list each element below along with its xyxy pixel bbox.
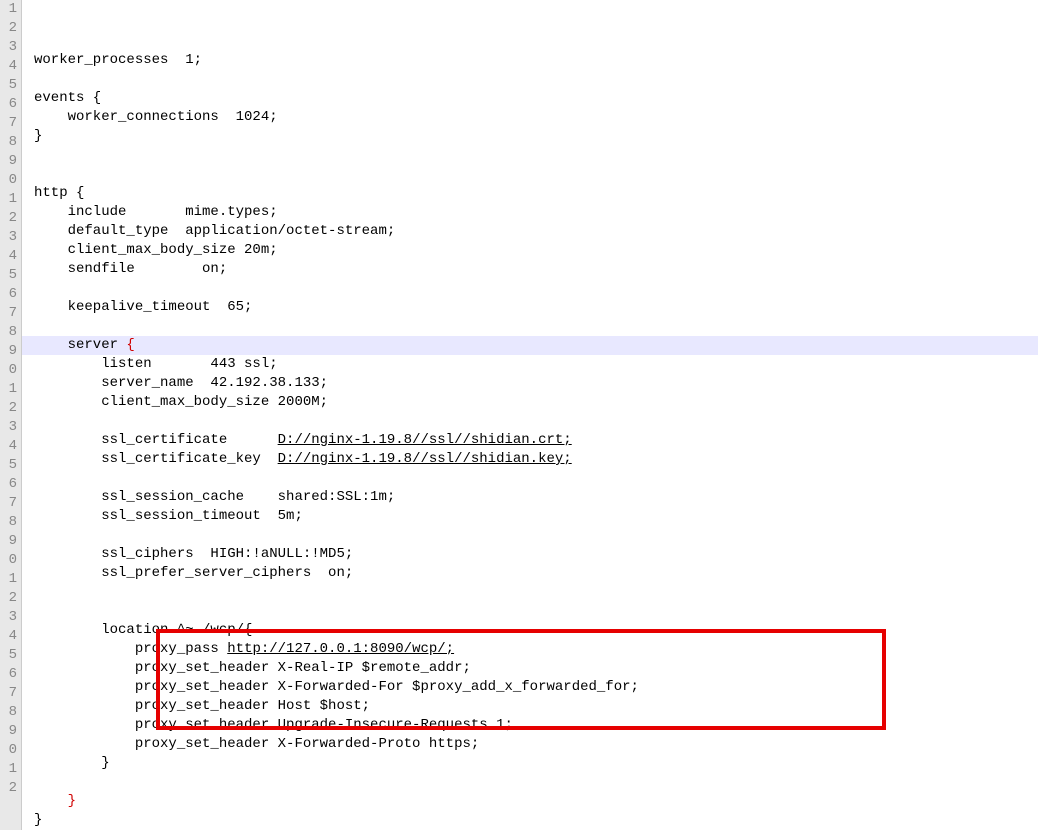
code-line: proxy_set_header Upgrade-Insecure-Reques…	[22, 716, 1038, 735]
code-line: }	[22, 127, 1038, 146]
code-line: events {	[22, 89, 1038, 108]
line-number: 2	[0, 589, 17, 608]
code-line: include mime.types;	[22, 203, 1038, 222]
line-number: 6	[0, 665, 17, 684]
line-number: 5	[0, 76, 17, 95]
line-number: 6	[0, 95, 17, 114]
code-line	[22, 583, 1038, 602]
line-number: 0	[0, 551, 17, 570]
line-number: 3	[0, 418, 17, 437]
line-number: 0	[0, 171, 17, 190]
line-number: 8	[0, 703, 17, 722]
code-line: ssl_prefer_server_ciphers on;	[22, 564, 1038, 583]
line-number: 1	[0, 570, 17, 589]
code-line: ssl_certificate D://nginx-1.19.8//ssl//s…	[22, 431, 1038, 450]
line-number: 9	[0, 342, 17, 361]
line-number: 2	[0, 19, 17, 38]
line-number: 8	[0, 323, 17, 342]
code-line: server_name 42.192.38.133;	[22, 374, 1038, 393]
line-number: 7	[0, 684, 17, 703]
code-line: sendfile on;	[22, 260, 1038, 279]
line-number: 8	[0, 513, 17, 532]
code-line	[22, 526, 1038, 545]
line-number: 3	[0, 38, 17, 57]
code-line	[22, 317, 1038, 336]
code-line: listen 443 ssl;	[22, 355, 1038, 374]
line-number: 2	[0, 399, 17, 418]
line-number: 2	[0, 209, 17, 228]
code-line: }	[22, 792, 1038, 811]
line-number: 0	[0, 361, 17, 380]
line-number: 7	[0, 304, 17, 323]
line-number: 4	[0, 627, 17, 646]
line-number: 1	[0, 0, 17, 19]
code-line	[22, 146, 1038, 165]
line-number: 7	[0, 114, 17, 133]
code-line: proxy_set_header X-Forwarded-For $proxy_…	[22, 678, 1038, 697]
line-number: 7	[0, 494, 17, 513]
line-number: 2	[0, 779, 17, 798]
code-line	[22, 469, 1038, 488]
code-line	[22, 773, 1038, 792]
code-line	[22, 32, 1038, 51]
line-number: 4	[0, 437, 17, 456]
code-line: location ^~ /wcp/{	[22, 621, 1038, 640]
line-number: 6	[0, 285, 17, 304]
code-line: proxy_set_header X-Forwarded-Proto https…	[22, 735, 1038, 754]
line-number-gutter: 1234567890123456789012345678901234567890…	[0, 0, 22, 830]
line-number: 1	[0, 190, 17, 209]
code-line: http {	[22, 184, 1038, 203]
code-line: }	[22, 811, 1038, 830]
code-line: client_max_body_size 20m;	[22, 241, 1038, 260]
code-line: worker_connections 1024;	[22, 108, 1038, 127]
line-number: 5	[0, 266, 17, 285]
code-line	[22, 412, 1038, 431]
code-line: client_max_body_size 2000M;	[22, 393, 1038, 412]
code-area: worker_processes 1; events { worker_conne…	[22, 0, 1038, 830]
code-line: ssl_session_cache shared:SSL:1m;	[22, 488, 1038, 507]
line-number: 3	[0, 608, 17, 627]
line-number: 9	[0, 152, 17, 171]
code-line: }	[22, 754, 1038, 773]
line-number: 9	[0, 722, 17, 741]
code-line: keepalive_timeout 65;	[22, 298, 1038, 317]
code-line: ssl_certificate_key D://nginx-1.19.8//ss…	[22, 450, 1038, 469]
code-line: worker_processes 1;	[22, 51, 1038, 70]
code-line: default_type application/octet-stream;	[22, 222, 1038, 241]
code-line	[22, 70, 1038, 89]
code-line	[22, 279, 1038, 298]
line-number: 6	[0, 475, 17, 494]
line-number: 5	[0, 456, 17, 475]
code-line: proxy_pass http://127.0.0.1:8090/wcp/;	[22, 640, 1038, 659]
code-line: server {	[22, 336, 1038, 355]
line-number: 1	[0, 760, 17, 779]
line-number: 8	[0, 133, 17, 152]
line-number: 0	[0, 741, 17, 760]
line-number: 4	[0, 247, 17, 266]
line-number: 5	[0, 646, 17, 665]
code-line: proxy_set_header X-Real-IP $remote_addr;	[22, 659, 1038, 678]
code-line	[22, 165, 1038, 184]
line-number: 3	[0, 228, 17, 247]
code-line	[22, 602, 1038, 621]
code-line: ssl_ciphers HIGH:!aNULL:!MD5;	[22, 545, 1038, 564]
line-number: 1	[0, 380, 17, 399]
line-number: 9	[0, 532, 17, 551]
code-line: ssl_session_timeout 5m;	[22, 507, 1038, 526]
code-line: proxy_set_header Host $host;	[22, 697, 1038, 716]
line-number: 4	[0, 57, 17, 76]
